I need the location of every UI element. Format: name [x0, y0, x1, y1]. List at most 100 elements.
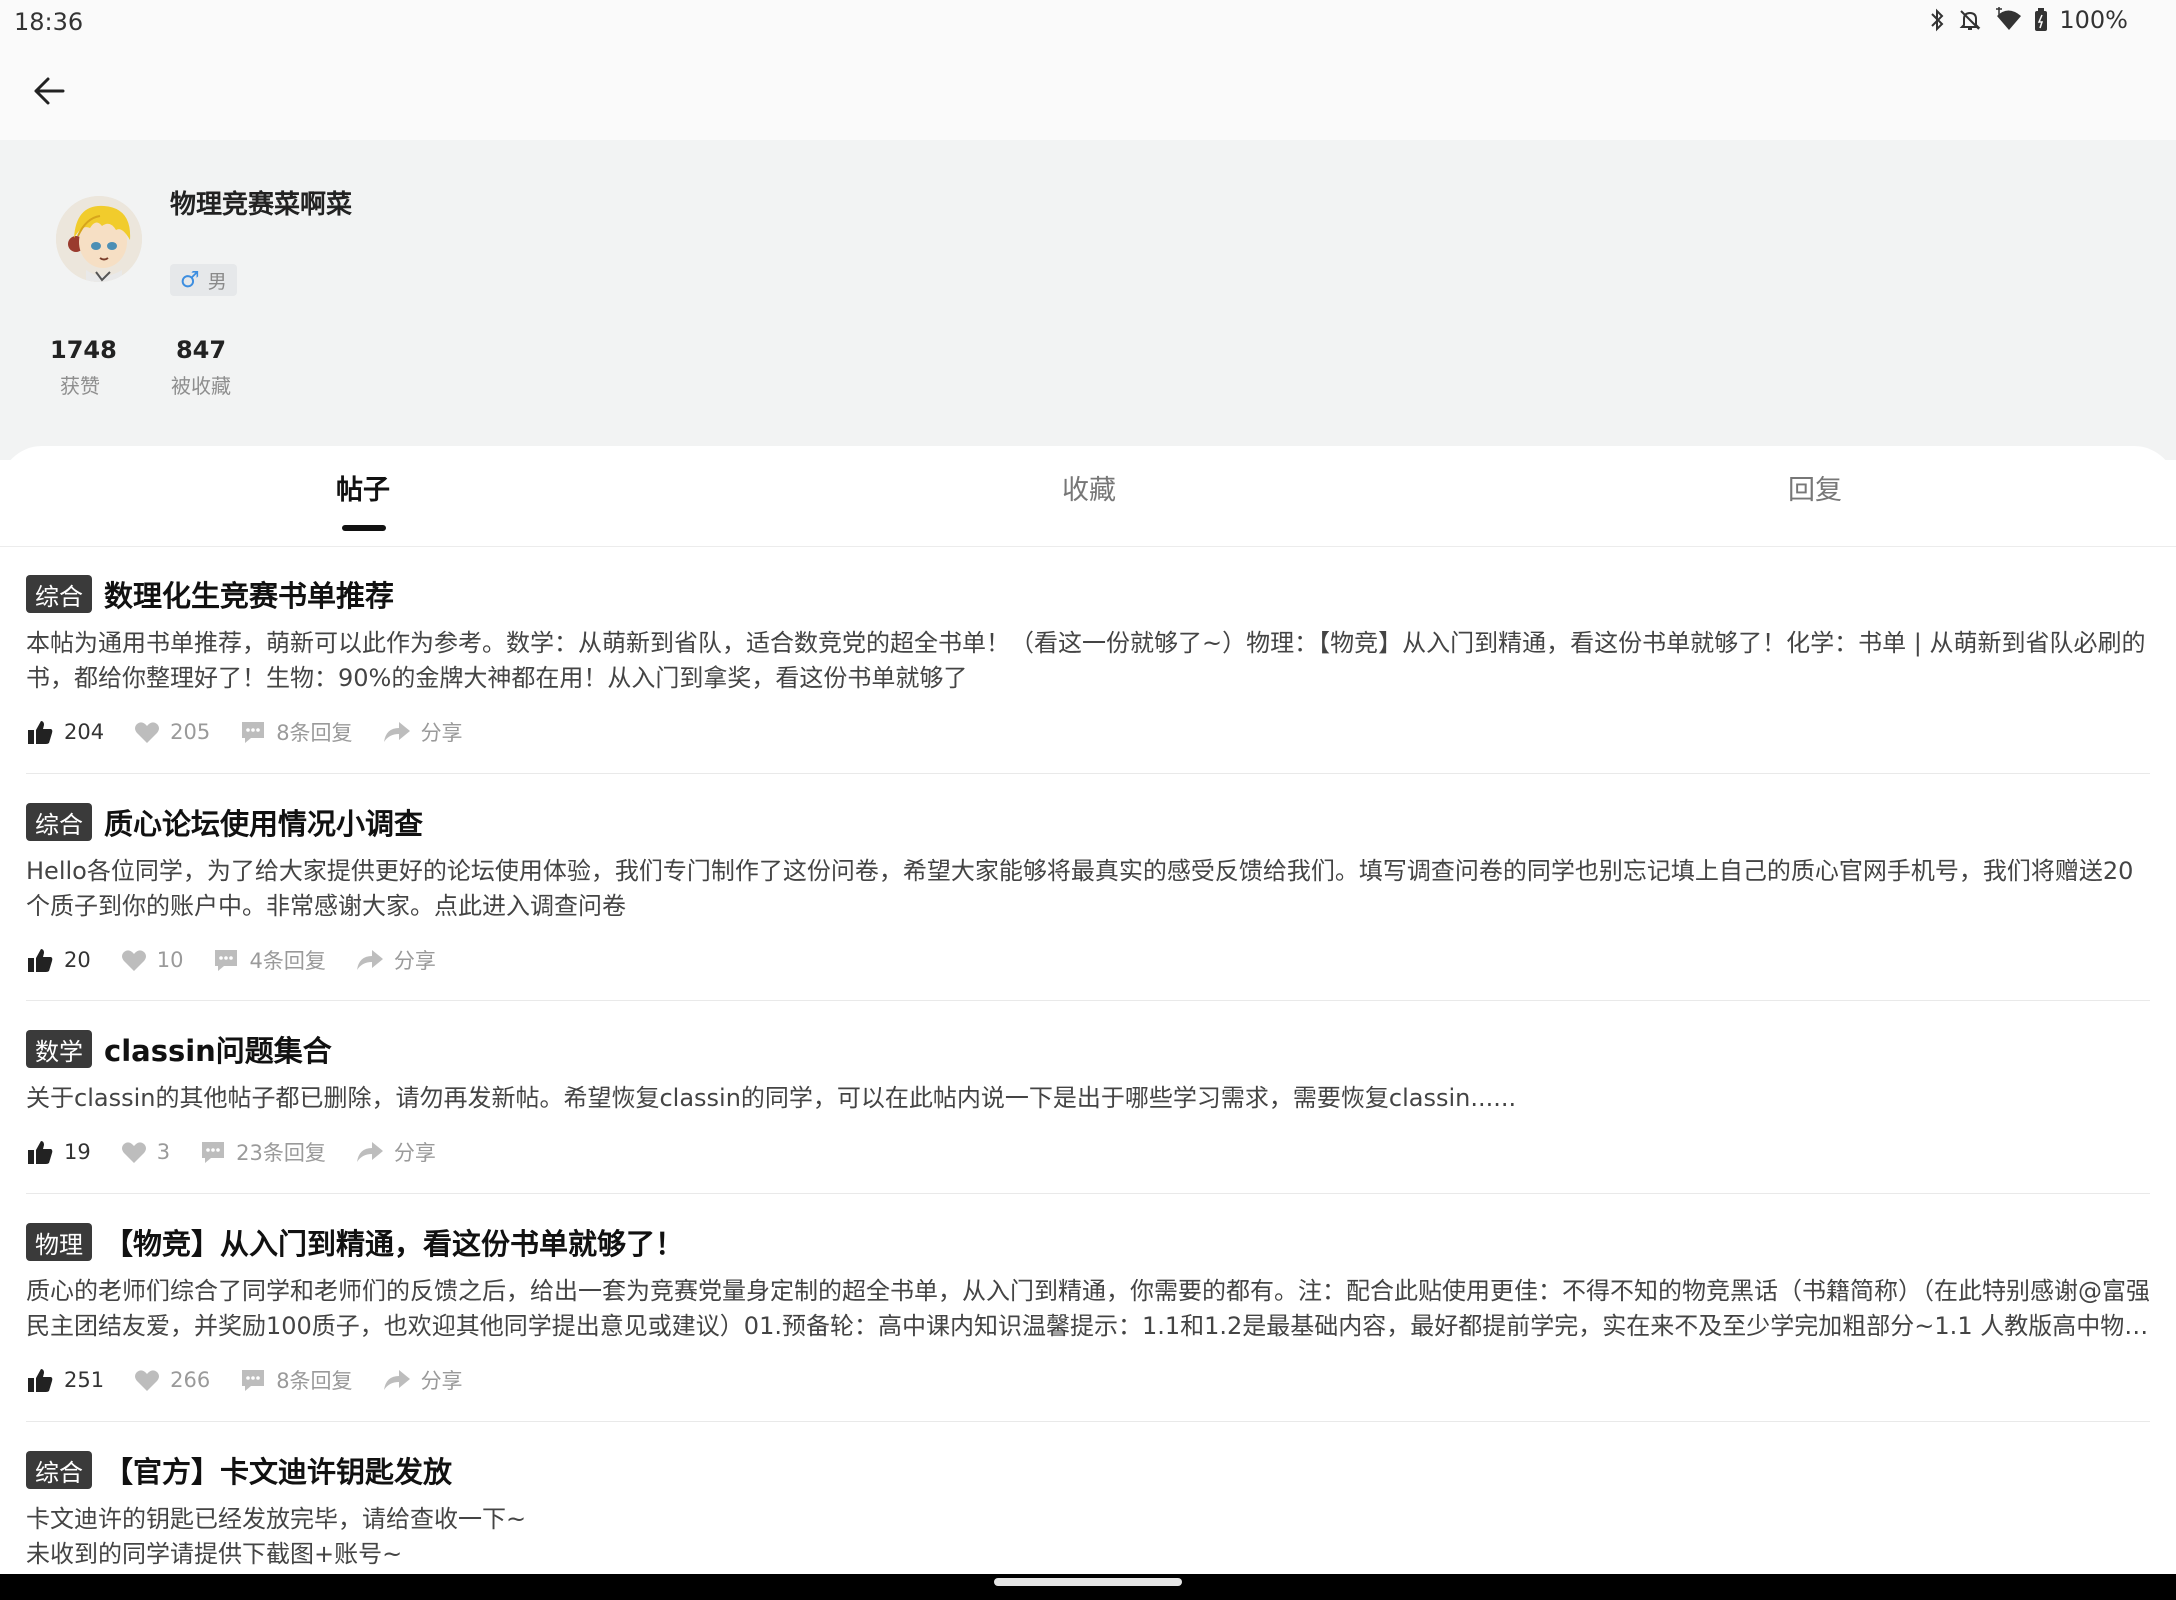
tab-posts[interactable]: 帖子 [0, 468, 726, 507]
content-sheet: 帖子 收藏 回复 综合 数理化生竞赛书单推荐 本帖为通用书单推荐，萌新可以此作为… [0, 446, 2176, 1574]
favorite-button[interactable]: 205 [134, 720, 210, 744]
like-button[interactable]: 204 [26, 718, 104, 746]
status-icons: 100% [1927, 6, 2128, 34]
post-item[interactable]: 物理 【物竞】从入门到精通，看这份书单就够了！ 质心的老师们综合了同学和老师们的… [26, 1218, 2150, 1396]
post-header: 综合 【官方】卡文迪许钥匙发放 [26, 1446, 2150, 1494]
heart-icon [134, 1368, 160, 1392]
bluetooth-icon [1927, 7, 1947, 33]
comment-icon [240, 719, 266, 745]
post-header: 综合 数理化生竞赛书单推荐 [26, 570, 2150, 618]
post-header: 物理 【物竞】从入门到精通，看这份书单就够了！ [26, 1218, 2150, 1266]
favorite-button[interactable]: 10 [121, 948, 184, 972]
battery-percent: 100% [2059, 6, 2128, 34]
post-title: 质心论坛使用情况小调查 [104, 807, 424, 841]
status-time: 18:36 [14, 8, 84, 36]
reply-count: 8条回复 [276, 1369, 353, 1393]
battery-icon [2033, 7, 2049, 33]
like-count: 20 [64, 948, 91, 972]
favorite-count: 266 [170, 1368, 211, 1392]
favorite-button[interactable]: 266 [134, 1368, 210, 1392]
share-label: 分享 [393, 1141, 436, 1165]
heart-icon [121, 1140, 147, 1164]
gesture-handle[interactable] [994, 1578, 1182, 1586]
post-tag: 物理 [26, 1223, 92, 1261]
thumbs-up-icon [26, 718, 54, 746]
post-item[interactable]: 数学 classin问题集合 关于classin的其他帖子都已删除，请勿再发新帖… [26, 1025, 2150, 1168]
like-count: 204 [64, 720, 105, 744]
reply-button[interactable]: 8条回复 [240, 717, 353, 747]
post-body: 质心的老师们综合了同学和老师们的反馈之后，给出一套为竞赛党量身定制的超全书单，从… [26, 1277, 2150, 1340]
gender-badge: ♂ 男 [170, 264, 237, 296]
stat-likes: 1748 获赞 [50, 336, 117, 399]
post-item[interactable]: 综合 质心论坛使用情况小调查 Hello各位同学，为了给大家提供更好的论坛使用体… [26, 798, 2150, 976]
navigation-bar [0, 1574, 2176, 1600]
share-label: 分享 [420, 721, 463, 745]
share-button[interactable]: 分享 [356, 1137, 436, 1167]
post-body-line: 卡文迪许的钥匙已经发放完毕，请给查收一下~ [26, 1505, 527, 1533]
post-actions: 19 3 23条回复 分享 [26, 1136, 2150, 1168]
post-title: 【官方】卡文迪许钥匙发放 [104, 1455, 453, 1489]
back-button[interactable] [22, 66, 76, 120]
post-divider [26, 1193, 2150, 1194]
tab-favorites[interactable]: 收藏 [726, 468, 1452, 507]
post-title: 【物竞】从入门到精通，看这份书单就够了！ [104, 1227, 685, 1261]
tab-replies[interactable]: 回复 [1452, 468, 2176, 507]
like-button[interactable]: 20 [26, 946, 91, 974]
post-actions: 204 205 8条回复 分享 [26, 716, 2150, 748]
arrow-left-icon [32, 74, 66, 112]
like-count: 251 [64, 1368, 105, 1392]
share-button[interactable]: 分享 [383, 1365, 463, 1395]
gender-label: 男 [207, 270, 227, 293]
stat-likes-label: 获赞 [60, 374, 100, 398]
app-bar [0, 44, 2176, 140]
post-tag: 数学 [26, 1030, 92, 1068]
tab-indicator [342, 525, 386, 531]
comment-icon [213, 947, 239, 973]
male-icon: ♂ [180, 267, 200, 293]
reply-button[interactable]: 4条回复 [213, 945, 326, 975]
reply-count: 4条回复 [249, 949, 326, 973]
comment-icon [200, 1139, 226, 1165]
post-divider [26, 773, 2150, 774]
post-header: 数学 classin问题集合 [26, 1025, 2150, 1073]
favorite-count: 10 [156, 948, 184, 972]
reply-button[interactable]: 23条回复 [200, 1137, 326, 1167]
share-button[interactable]: 分享 [383, 717, 463, 747]
post-body: Hello各位同学，为了给大家提供更好的论坛使用体验，我们专门制作了这份问卷，希… [26, 857, 2134, 920]
favorite-count: 205 [170, 720, 211, 744]
heart-icon [121, 948, 147, 972]
post-tag: 综合 [26, 803, 92, 841]
share-button[interactable]: 分享 [356, 945, 436, 975]
avatar[interactable] [56, 196, 142, 282]
share-icon [356, 948, 384, 972]
stat-likes-value: 1748 [50, 336, 117, 364]
post-tag: 综合 [26, 575, 92, 613]
post-item[interactable]: 综合 数理化生竞赛书单推荐 本帖为通用书单推荐，萌新可以此作为参考。数学：从萌新… [26, 570, 2150, 748]
post-item[interactable]: 综合 【官方】卡文迪许钥匙发放 卡文迪许的钥匙已经发放完毕，请给查收一下~ 未收… [26, 1446, 2150, 1572]
post-divider [26, 1421, 2150, 1422]
username: 物理竞赛菜啊菜 [170, 190, 353, 220]
favorite-button[interactable]: 3 [121, 1140, 170, 1164]
comment-icon [240, 1367, 266, 1393]
post-header: 综合 质心论坛使用情况小调查 [26, 798, 2150, 846]
post-body: 卡文迪许的钥匙已经发放完毕，请给查收一下~ 未收到的同学请提供下截图+账号~ [26, 1502, 2150, 1572]
share-icon [383, 720, 411, 744]
tab-bar: 帖子 收藏 回复 [0, 446, 2176, 547]
thumbs-up-icon [26, 1366, 54, 1394]
wifi-icon [1993, 7, 2023, 33]
post-title: classin问题集合 [104, 1034, 332, 1068]
share-label: 分享 [420, 1369, 463, 1393]
share-icon [383, 1368, 411, 1392]
post-body-line: 未收到的同学请提供下截图+账号~ [26, 1540, 403, 1568]
avatar-image [56, 196, 142, 282]
post-body: 关于classin的其他帖子都已删除，请勿再发新帖。希望恢复classin的同学… [26, 1084, 1517, 1112]
share-label: 分享 [393, 949, 436, 973]
post-actions: 251 266 8条回复 分享 [26, 1364, 2150, 1396]
profile-header: 物理竞赛菜啊菜 ♂ 男 1748 获赞 847 被收藏 [0, 140, 2176, 460]
reply-button[interactable]: 8条回复 [240, 1365, 353, 1395]
thumbs-up-icon [26, 946, 54, 974]
like-button[interactable]: 251 [26, 1366, 104, 1394]
notifications-off-icon [1957, 7, 1983, 33]
post-tag: 综合 [26, 1451, 92, 1489]
like-button[interactable]: 19 [26, 1138, 91, 1166]
